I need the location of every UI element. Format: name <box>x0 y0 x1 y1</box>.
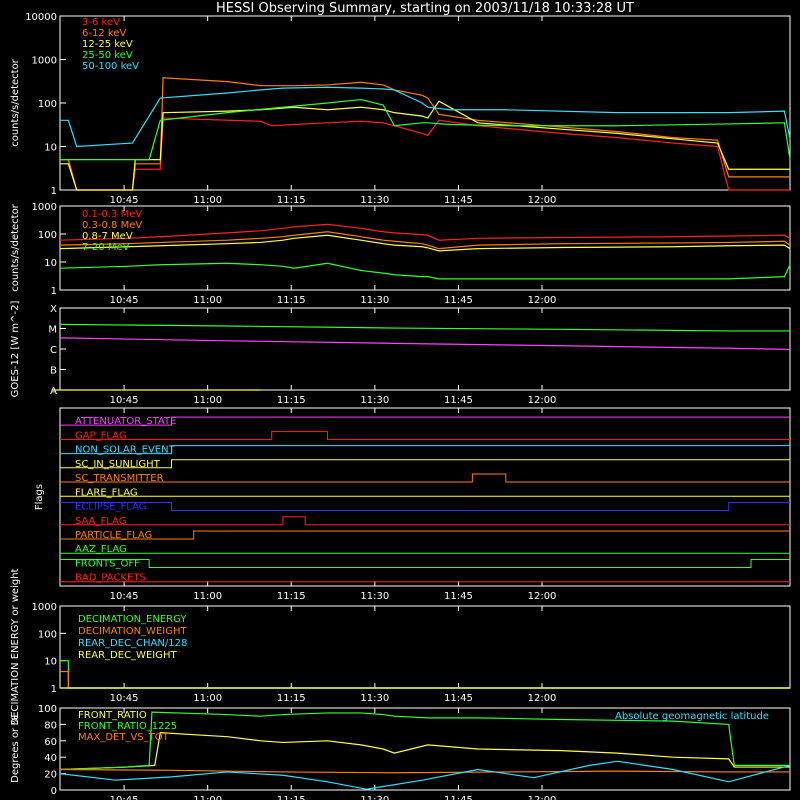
x-tick-label: 12:00 <box>528 295 557 306</box>
flag-label: FLARE_FLAG <box>75 487 138 498</box>
y-tick-label: B <box>50 366 57 377</box>
x-tick-label: 11:45 <box>444 395 473 406</box>
x-tick-label: 11:00 <box>193 591 222 602</box>
y-tick-label: 10 <box>44 143 57 154</box>
y-tick-label: 1 <box>51 186 57 197</box>
x-tick-label: 12:00 <box>528 693 557 704</box>
y-tick-label: 10000 <box>25 12 57 23</box>
y-tick-label: 40 <box>44 753 57 764</box>
legend-entry: 0.1-0.3 MeV <box>82 209 142 220</box>
x-tick-label: 12:00 <box>528 591 557 602</box>
y-axis-label: counts/s/detector <box>10 58 21 146</box>
y-tick-label: A <box>50 386 57 397</box>
legend-entry: 0.8-7 MeV <box>82 231 133 242</box>
x-tick-label: 12:00 <box>528 395 557 406</box>
legend-entry: REAR_DEC_WEIGHT <box>78 650 177 661</box>
x-tick-label: 11:45 <box>444 693 473 704</box>
legend-entry: FRONT_RATIO <box>78 710 147 721</box>
legend-entry: 6-12 keV <box>82 28 126 39</box>
annotation: Absolute geomagnetic latitude <box>615 711 769 722</box>
legend-entry: 50-100 keV <box>82 61 139 72</box>
x-tick-label: 12:00 <box>528 795 557 800</box>
flag-label: GAP_FLAG <box>75 430 127 441</box>
legend-entry: MAX_DET_VS_TOT <box>78 732 170 743</box>
x-tick-label: 11:30 <box>360 591 389 602</box>
legend-entry: REAR_DEC_CHAN/128 <box>78 638 187 649</box>
flag-label: ATTENUATOR_STATE <box>75 416 176 427</box>
y-tick-label: 100 <box>38 99 57 110</box>
x-tick-label: 11:45 <box>444 795 473 800</box>
x-tick-label: 11:00 <box>193 295 222 306</box>
x-tick-label: 11:15 <box>277 295 306 306</box>
x-tick-label: 11:30 <box>360 395 389 406</box>
y-axis-label: Degrees or % <box>10 715 21 783</box>
y-axis-label: GOES-12 [W m^-2] <box>10 301 21 398</box>
x-tick-label: 12:00 <box>528 195 557 206</box>
x-tick-label: 11:00 <box>193 795 222 800</box>
x-tick-label: 11:15 <box>277 693 306 704</box>
y-tick-label: 1000 <box>32 602 57 613</box>
y-axis-label: DECIMATION ENERGY or weight <box>10 568 21 725</box>
y-tick-label: M <box>48 325 57 336</box>
x-tick-label: 10:45 <box>110 195 139 206</box>
y-tick-label: X <box>50 304 57 315</box>
x-tick-label: 11:15 <box>277 395 306 406</box>
flag-label: SC_TRANSMITTER <box>75 473 164 484</box>
y-tick-label: 20 <box>44 770 57 781</box>
flag-label: FRONTS_OFF <box>75 558 140 569</box>
flag-label: AAZ_FLAG <box>75 544 127 555</box>
y-tick-label: 80 <box>44 720 57 731</box>
x-tick-label: 11:45 <box>444 591 473 602</box>
hessi-summary-figure: HESSI Observing Summary, starting on 200… <box>0 0 800 800</box>
flag-label: NON_SOLAR_EVENT <box>75 445 176 456</box>
x-tick-label: 10:45 <box>110 395 139 406</box>
x-tick-label: 11:15 <box>277 591 306 602</box>
x-tick-label: 11:45 <box>444 195 473 206</box>
x-tick-label: 11:30 <box>360 295 389 306</box>
x-tick-label: 10:45 <box>110 693 139 704</box>
x-tick-label: 11:00 <box>193 195 222 206</box>
y-tick-label: C <box>50 345 57 356</box>
x-tick-label: 11:15 <box>277 795 306 800</box>
x-tick-label: 11:30 <box>360 195 389 206</box>
y-tick-label: 1000 <box>32 202 57 213</box>
y-tick-label: 100 <box>38 230 57 241</box>
legend-entry: DECIMATION_WEIGHT <box>78 626 187 637</box>
y-tick-label: 10 <box>44 657 57 668</box>
legend-entry: 25-50 keV <box>82 50 133 61</box>
x-tick-label: 11:00 <box>193 693 222 704</box>
legend-entry: 3-6 keV <box>82 17 120 28</box>
x-tick-label: 11:45 <box>444 295 473 306</box>
x-tick-label: 10:45 <box>110 295 139 306</box>
flag-label: PARTICLE_FLAG <box>75 530 152 541</box>
flag-label: SAA_FLAG <box>75 516 126 527</box>
x-tick-label: 10:45 <box>110 591 139 602</box>
y-tick-label: 10 <box>44 258 57 269</box>
flag-label: SC_IN_SUNLIGHT <box>75 459 161 470</box>
figure-title: HESSI Observing Summary, starting on 200… <box>216 1 634 16</box>
x-tick-label: 11:30 <box>360 693 389 704</box>
y-tick-label: 0 <box>51 786 57 797</box>
x-tick-label: 10:45 <box>110 795 139 800</box>
legend-entry: DECIMATION_ENERGY <box>78 614 187 625</box>
y-axis-label: Flags <box>34 484 45 510</box>
legend-entry: 7-20 MeV <box>82 242 130 253</box>
legend-entry: FRONT_RATIO_1225 <box>78 721 177 732</box>
y-tick-label: 1 <box>51 286 57 297</box>
legend-entry: 12-25 keV <box>82 39 133 50</box>
y-tick-label: 100 <box>38 704 57 715</box>
x-tick-label: 11:00 <box>193 395 222 406</box>
flag-label: ECLIPSE_FLAG <box>75 502 146 513</box>
y-tick-label: 60 <box>44 737 57 748</box>
x-tick-label: 11:30 <box>360 795 389 800</box>
y-axis-label: counts/s/detector <box>10 203 21 291</box>
y-tick-label: 1 <box>51 684 57 695</box>
flag-label: BAD_PACKETS <box>75 573 146 584</box>
x-tick-label: 11:15 <box>277 195 306 206</box>
legend-entry: 0.3-0.8 MeV <box>82 220 142 231</box>
y-tick-label: 1000 <box>32 56 57 67</box>
y-tick-label: 100 <box>38 629 57 640</box>
